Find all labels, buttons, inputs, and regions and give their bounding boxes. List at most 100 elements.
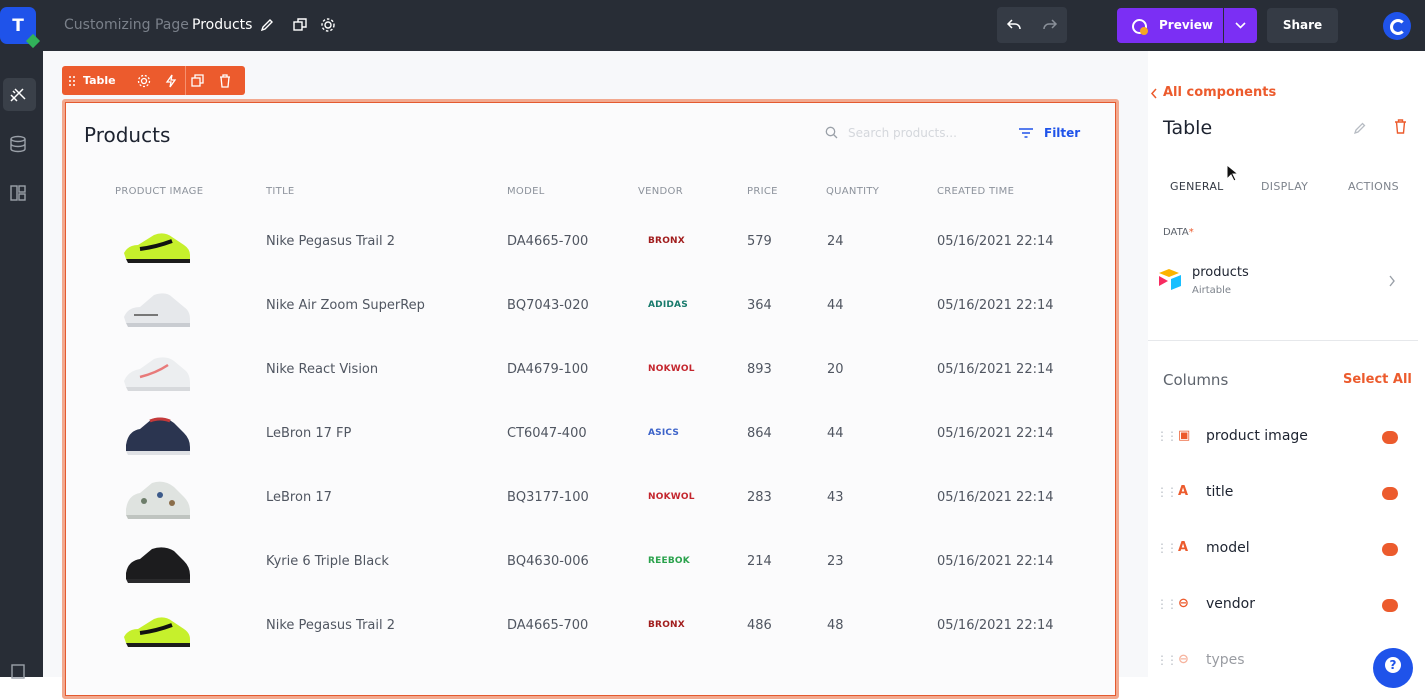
column-header[interactable]: TITLE <box>266 186 295 197</box>
cell-title: LeBron 17 FP <box>266 426 352 441</box>
drag-handle-icon[interactable] <box>68 75 76 87</box>
select-icon: ⊖ <box>1178 652 1189 667</box>
select-all-button[interactable]: Select All <box>1343 372 1412 387</box>
app-logo[interactable]: T <box>0 7 41 49</box>
cell-quantity: 43 <box>827 490 844 505</box>
airtable-logo-icon <box>1159 269 1181 290</box>
delete-icon[interactable] <box>219 74 231 88</box>
components-icon <box>10 88 26 102</box>
cell-vendor-badge: NOKWOL <box>648 364 695 374</box>
cell-quantity: 24 <box>827 234 844 249</box>
cell-created-time: 05/16/2021 22:14 <box>937 618 1054 633</box>
cell-title: LeBron 17 <box>266 490 332 505</box>
column-name: title <box>1206 484 1234 500</box>
table-title: Products <box>84 123 171 147</box>
cell-vendor-badge: BRONX <box>648 620 685 630</box>
preview-button[interactable]: Preview <box>1117 8 1223 43</box>
drag-handle-icon[interactable]: ⋮⋮ <box>1156 429 1178 443</box>
tab-general[interactable]: GENERAL <box>1170 180 1224 193</box>
lightning-icon[interactable] <box>165 74 177 88</box>
cell-price: 864 <box>747 426 772 441</box>
table-row[interactable]: LeBron 17 BQ3177-100 NOKWOL 283 43 05/16/2021… <box>66 469 1116 533</box>
data-label: DATA* <box>1163 227 1194 238</box>
settings-icon[interactable] <box>137 74 151 88</box>
product-image <box>124 357 190 391</box>
datasource-type: Airtable <box>1192 285 1232 296</box>
cell-quantity: 44 <box>827 426 844 441</box>
column-visibility-toggle[interactable] <box>1382 599 1398 612</box>
table-row[interactable]: Nike Air Zoom SuperRep BQ7043-020 ADIDAS 36… <box>66 277 1116 341</box>
edit-icon[interactable] <box>1353 121 1367 135</box>
properties-panel <box>1148 51 1425 677</box>
cell-quantity: 20 <box>827 362 844 377</box>
column-name: types <box>1206 652 1245 668</box>
duplicate-icon[interactable] <box>292 17 308 33</box>
column-item[interactable]: ⋮⋮ ⊖ vendor <box>1150 593 1410 617</box>
breadcrumb-parent[interactable]: Customizing Page <box>64 17 189 33</box>
cell-price: 364 <box>747 298 772 313</box>
column-name: model <box>1206 540 1250 556</box>
undo-icon[interactable] <box>1006 17 1022 33</box>
cell-model: BQ3177-100 <box>507 490 589 505</box>
table-row[interactable]: Nike Pegasus Trail 2 DA4665-700 BRONX 579 24… <box>66 213 1116 277</box>
cell-quantity: 48 <box>827 618 844 633</box>
edit-icon[interactable] <box>259 17 275 33</box>
drag-handle-icon[interactable]: ⋮⋮ <box>1156 485 1178 499</box>
column-visibility-toggle[interactable] <box>1382 487 1398 500</box>
column-header[interactable]: CREATED TIME <box>937 186 1014 197</box>
product-image <box>126 547 190 583</box>
tab-actions[interactable]: ACTIONS <box>1348 180 1399 193</box>
column-header[interactable]: QUANTITY <box>826 186 879 197</box>
cell-created-time: 05/16/2021 22:14 <box>937 554 1054 569</box>
help-button[interactable] <box>1373 648 1413 688</box>
cell-price: 579 <box>747 234 772 249</box>
delete-icon[interactable] <box>1394 119 1407 134</box>
user-avatar[interactable] <box>1383 12 1411 40</box>
drag-handle-icon[interactable]: ⋮⋮ <box>1156 653 1178 667</box>
drag-handle-icon[interactable]: ⋮⋮ <box>1156 597 1178 611</box>
left-rail <box>0 51 43 680</box>
column-visibility-toggle[interactable] <box>1382 431 1398 444</box>
cell-title: Kyrie 6 Triple Black <box>266 554 389 569</box>
layout-icon[interactable] <box>9 184 27 202</box>
share-button[interactable]: Share <box>1267 8 1338 43</box>
column-item[interactable]: ⋮⋮ ▣ product image <box>1150 425 1410 449</box>
search-input[interactable] <box>848 124 998 142</box>
component-label: Table <box>83 74 116 87</box>
cell-vendor-badge: BRONX <box>648 236 685 246</box>
preview-dropdown-button[interactable] <box>1224 8 1257 43</box>
top-bar: T Customizing Page Products Preview Shar… <box>0 0 1425 51</box>
table-row[interactable]: LeBron 17 FP CT6047-400 ASICS 864 44 05/16/20… <box>66 405 1116 469</box>
chevron-right-icon[interactable] <box>1388 275 1396 287</box>
pages-icon[interactable] <box>9 662 27 680</box>
drag-handle-icon[interactable]: ⋮⋮ <box>1156 541 1178 555</box>
chevron-left-icon <box>1150 88 1157 99</box>
column-header[interactable]: PRICE <box>747 186 778 197</box>
database-icon[interactable] <box>9 135 27 153</box>
column-item[interactable]: ⋮⋮ ⊖ types <box>1150 649 1410 673</box>
column-header[interactable]: PRODUCT IMAGE <box>115 186 203 197</box>
duplicate-icon[interactable] <box>191 74 205 88</box>
cell-model: DA4665-700 <box>507 234 589 249</box>
cell-model: BQ4630-006 <box>507 554 589 569</box>
product-image <box>124 293 190 327</box>
chevron-down-icon <box>1235 22 1246 29</box>
panel-divider <box>1148 340 1418 341</box>
cell-vendor-badge: NOKWOL <box>648 492 695 502</box>
column-visibility-toggle[interactable] <box>1382 543 1398 556</box>
cell-created-time: 05/16/2021 22:14 <box>937 490 1054 505</box>
column-header[interactable]: MODEL <box>507 186 545 197</box>
cell-created-time: 05/16/2021 22:14 <box>937 234 1054 249</box>
table-row[interactable]: Nike React Vision DA4679-100 NOKWOL 893 20 05… <box>66 341 1116 405</box>
column-header[interactable]: VENDOR <box>638 186 683 197</box>
column-item[interactable]: ⋮⋮ Amodel <box>1150 537 1410 561</box>
tab-display[interactable]: DISPLAY <box>1261 180 1308 193</box>
table-row[interactable]: Kyrie 6 Triple Black BQ4630-006 REEBOK 214 2… <box>66 533 1116 597</box>
cell-quantity: 23 <box>827 554 844 569</box>
redo-icon[interactable] <box>1042 17 1058 33</box>
table-row[interactable]: Nike Pegasus Trail 2 DA4665-700 BRONX 486 48… <box>66 597 1116 661</box>
column-item[interactable]: ⋮⋮ Atitle <box>1150 481 1410 505</box>
datasource-name[interactable]: products <box>1192 265 1249 280</box>
settings-icon[interactable] <box>320 17 336 33</box>
cell-model: DA4665-700 <box>507 618 589 633</box>
